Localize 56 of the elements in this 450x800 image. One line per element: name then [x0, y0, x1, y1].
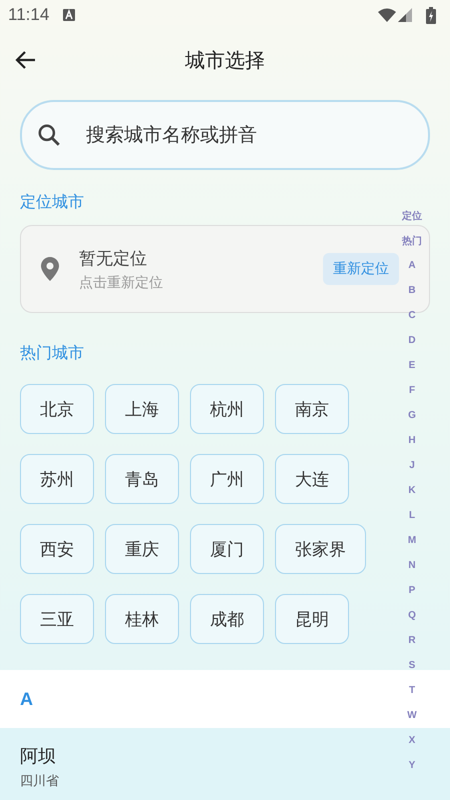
index-item[interactable]: J	[409, 453, 415, 478]
city-button[interactable]: 广州	[190, 454, 264, 504]
index-item[interactable]: C	[408, 303, 416, 328]
index-item[interactable]: T	[408, 678, 416, 703]
city-button[interactable]: 桂林	[105, 594, 179, 644]
city-button[interactable]: 成都	[190, 594, 264, 644]
city-button[interactable]: 昆明	[275, 594, 349, 644]
city-button[interactable]: 重庆	[105, 524, 179, 574]
index-item[interactable]: Q	[408, 603, 416, 628]
index-item[interactable]: A	[408, 253, 416, 278]
index-item[interactable]: D	[408, 328, 416, 353]
index-item[interactable]: 定位	[402, 203, 422, 228]
status-time: 11:14	[8, 5, 50, 25]
letter-label: A	[20, 688, 33, 710]
index-item[interactable]: X	[408, 728, 416, 753]
city-button[interactable]: 张家界	[275, 524, 366, 574]
signal-icon	[398, 8, 412, 22]
battery-icon	[426, 6, 436, 24]
index-item[interactable]: F	[408, 378, 416, 403]
index-item[interactable]: K	[408, 478, 416, 503]
city-button[interactable]: 杭州	[190, 384, 264, 434]
search-field[interactable]: 搜索城市名称或拼音	[20, 100, 430, 170]
index-item[interactable]: B	[408, 278, 416, 303]
location-pin-icon	[41, 257, 59, 281]
city-button[interactable]: 南京	[275, 384, 349, 434]
search-icon	[36, 122, 62, 148]
location-status: 暂无定位	[79, 248, 148, 270]
section-title: 热门城市	[20, 343, 85, 364]
index-item[interactable]: E	[408, 353, 416, 378]
city-button[interactable]: 苏州	[20, 454, 94, 504]
city-name: 阿坝	[20, 745, 56, 768]
index-item[interactable]: 热门	[402, 228, 422, 253]
section-title: 定位城市	[20, 192, 85, 213]
province-name: 四川省	[20, 773, 59, 790]
location-hint: 点击重新定位	[79, 274, 164, 292]
index-item[interactable]: P	[408, 578, 416, 603]
index-item[interactable]: L	[408, 503, 416, 528]
city-button[interactable]: 大连	[275, 454, 349, 504]
page-title: 城市选择	[185, 46, 265, 74]
city-button[interactable]: 上海	[105, 384, 179, 434]
notification-icon	[63, 9, 76, 21]
index-item[interactable]: W	[407, 703, 417, 728]
index-item[interactable]: G	[408, 403, 416, 428]
index-item[interactable]: Y	[408, 753, 416, 778]
index-item[interactable]: N	[408, 553, 416, 578]
index-item[interactable]: R	[408, 628, 416, 653]
city-button[interactable]: 北京	[20, 384, 94, 434]
index-item[interactable]: S	[408, 653, 416, 678]
city-button[interactable]: 青岛	[105, 454, 179, 504]
wifi-icon	[378, 8, 396, 22]
index-item[interactable]: H	[408, 428, 416, 453]
city-button[interactable]: 厦门	[190, 524, 264, 574]
city-button[interactable]: 三亚	[20, 594, 94, 644]
city-button[interactable]: 西安	[20, 524, 94, 574]
relocate-button[interactable]: 重新定位	[323, 253, 399, 285]
index-item[interactable]: M	[408, 528, 416, 553]
